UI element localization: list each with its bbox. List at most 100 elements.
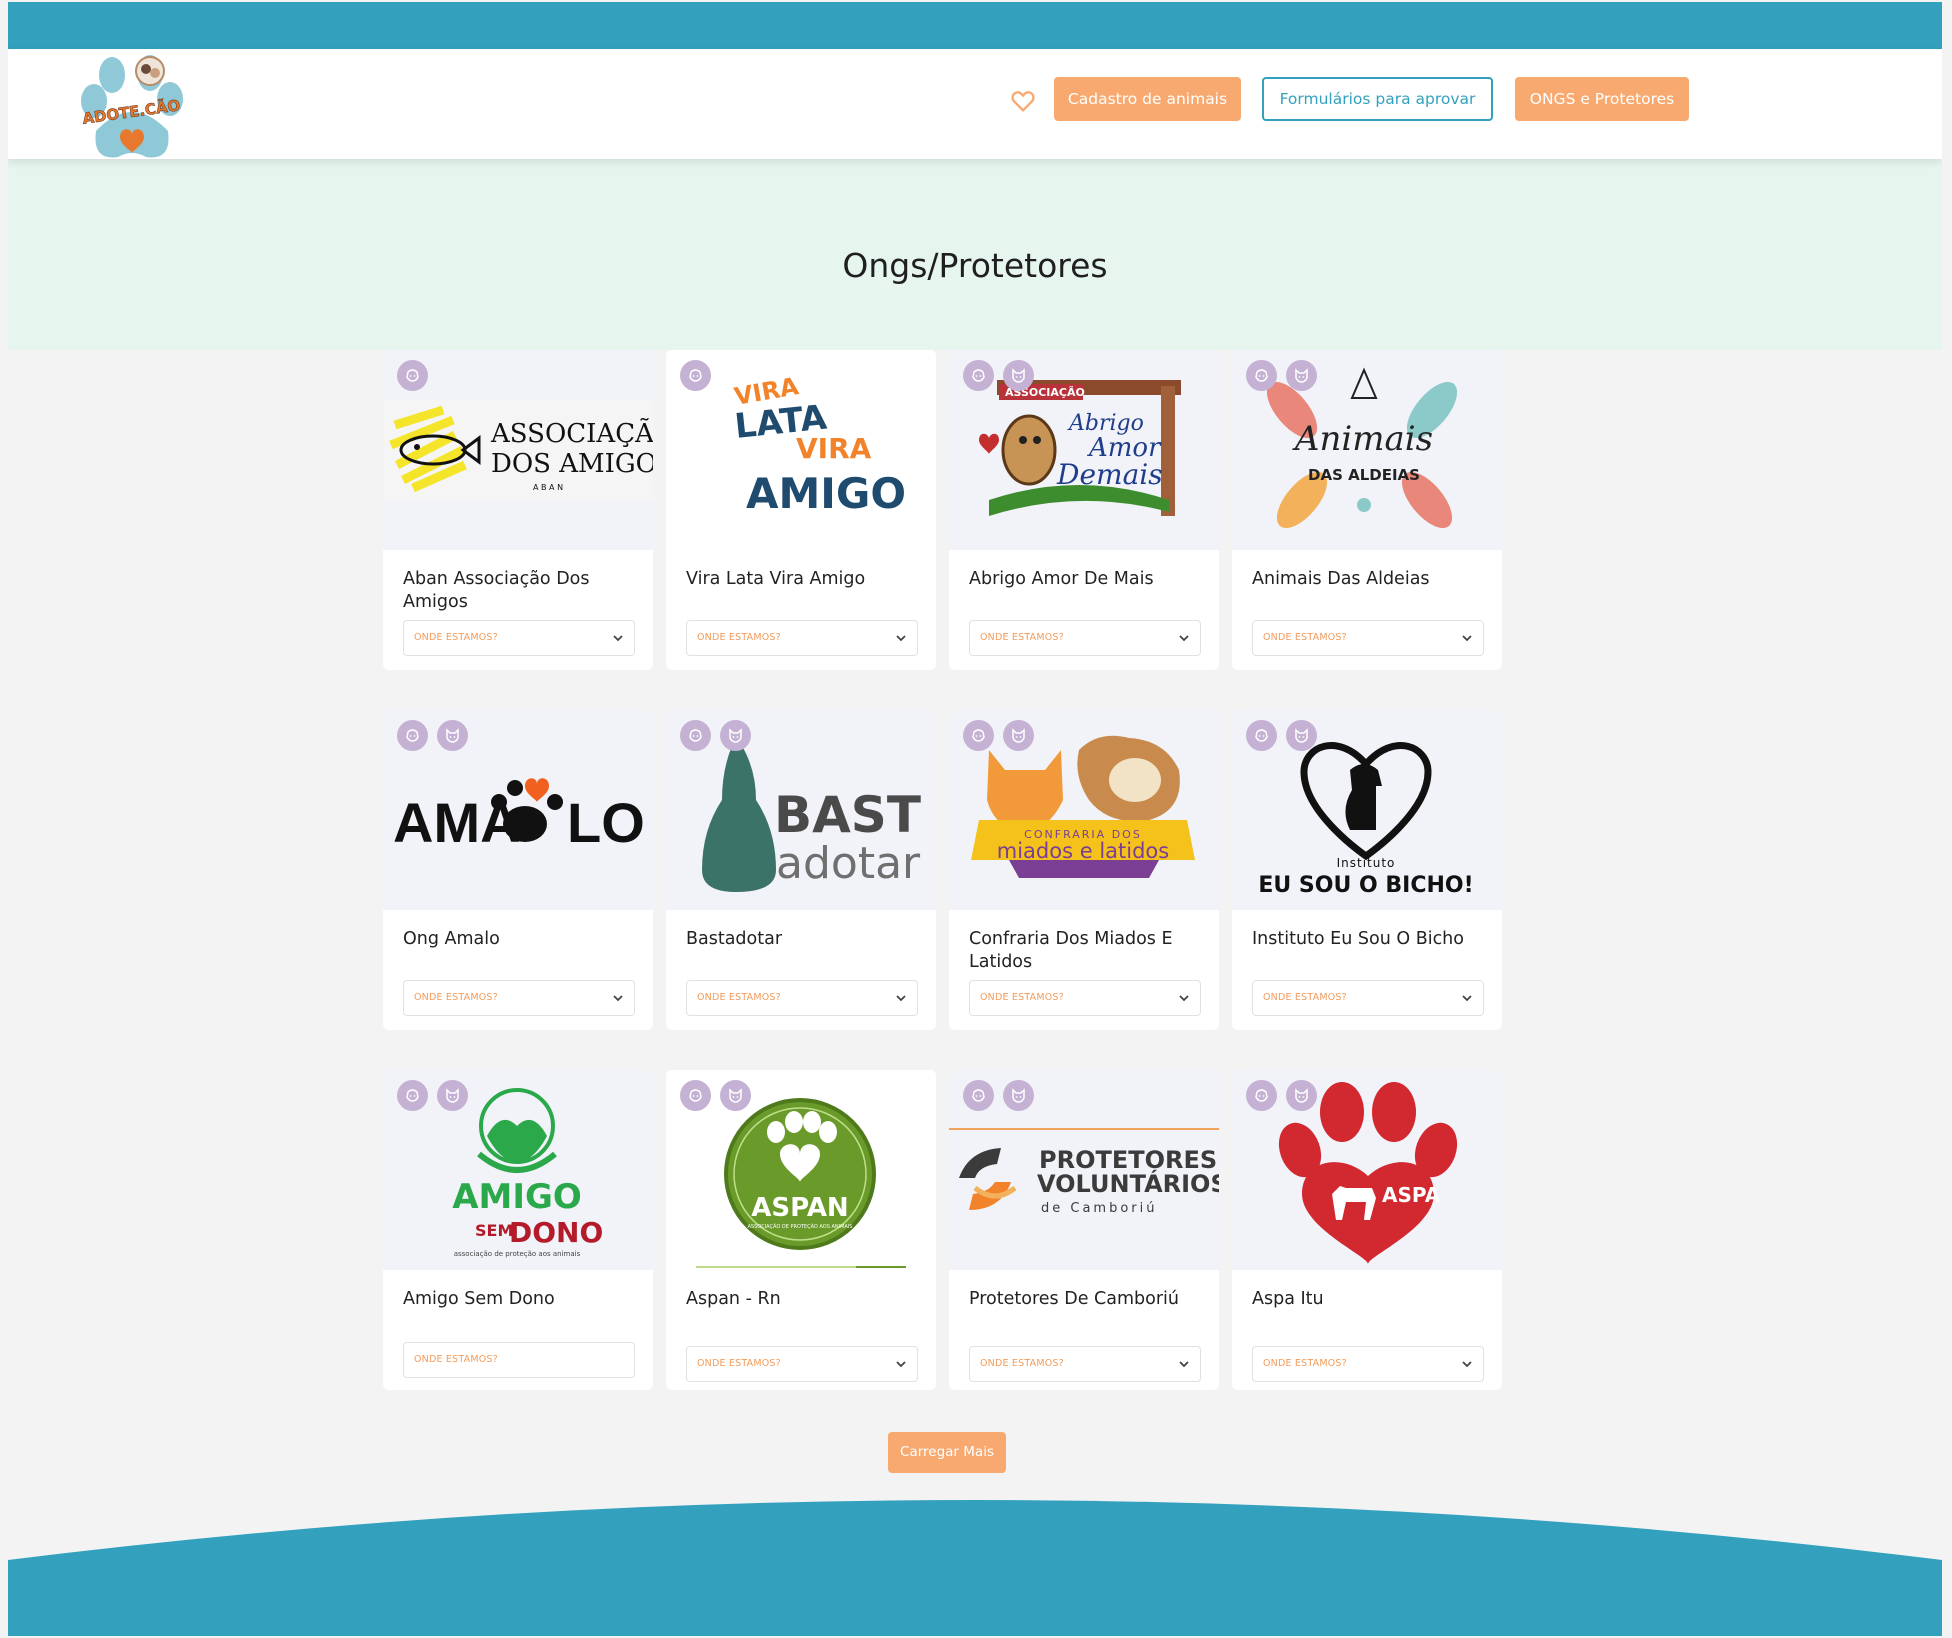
location-dropdown[interactable]: ONDE ESTAMOS? [403,1342,635,1378]
dog-badge-icon [963,720,994,751]
svg-text:Animais: Animais [1292,419,1433,459]
org-card[interactable]: Instituto EU SOU O BICHO! Instituto Eu S… [1232,710,1502,1030]
org-name: Aspan - Rn [686,1289,781,1309]
page: ADOTE.CÃO Cadastro de animais Formulário… [8,2,1942,1636]
org-name: Aban Associação Dos Amigos [403,569,590,612]
site-header: ADOTE.CÃO Cadastro de animais Formulário… [8,49,1942,159]
location-dropdown[interactable]: ONDE ESTAMOS? [1252,980,1484,1016]
location-dropdown[interactable]: ONDE ESTAMOS? [969,980,1201,1016]
dog-badge-icon [680,720,711,751]
svg-text:miados e latidos: miados e latidos [997,839,1169,863]
org-card[interactable]: AMIGO SEM DONO associação de proteção ao… [383,1070,653,1390]
org-card[interactable]: BAST adotar Bastadotar ONDE ESTAMOS? [666,710,936,1030]
chevron-down-icon [896,995,906,1002]
cat-badge-icon [1286,360,1317,391]
location-dropdown-label: ONDE ESTAMOS? [1263,632,1347,643]
top-bar [8,2,1942,49]
cat-badge-icon [1003,1080,1034,1111]
formularios-aprovar-button[interactable]: Formulários para aprovar [1262,77,1493,121]
svg-text:AMIGO: AMIGO [452,1177,582,1217]
location-dropdown-label: ONDE ESTAMOS? [697,1358,781,1369]
svg-text:EU SOU O BICHO!: EU SOU O BICHO! [1258,873,1473,898]
cat-badge-icon [1003,720,1034,751]
org-card[interactable]: ASSOCIAÇÃO Abrigo Amor Demais Abrigo Amo… [949,350,1219,670]
location-dropdown-label: ONDE ESTAMOS? [980,632,1064,643]
chevron-down-icon [1462,635,1472,642]
org-card[interactable]: ASPA Aspa Itu ONDE ESTAMOS? [1232,1070,1502,1390]
org-card[interactable]: CONFRARIA DOS miados e latidos Confraria… [949,710,1219,1030]
cat-badge-icon [1003,360,1034,391]
ongs-protetores-button[interactable]: ONGS e Protetores [1515,77,1689,121]
org-card[interactable]: ASSOCIAÇÃO DOS AMIGOS A B A N Aban Assoc… [383,350,653,670]
adote-cao-logo[interactable]: ADOTE.CÃO [76,53,190,165]
cat-badge-icon [720,720,751,751]
svg-text:SEM: SEM [475,1221,513,1240]
svg-text:ASPA: ASPA [1382,1183,1441,1207]
footer-wave [8,1500,1942,1636]
location-dropdown[interactable]: ONDE ESTAMOS? [686,620,918,656]
dog-badge-icon [680,1080,711,1111]
svg-text:Demais: Demais [1056,458,1163,491]
location-dropdown-label: ONDE ESTAMOS? [697,992,781,1003]
svg-text:AMIGO: AMIGO [746,469,906,518]
svg-text:VOLUNTÁRIOS: VOLUNTÁRIOS [1037,1169,1219,1198]
location-dropdown[interactable]: ONDE ESTAMOS? [969,620,1201,656]
org-card[interactable]: AMA LO Ong Amalo ONDE ESTAMOS? [383,710,653,1030]
org-card[interactable]: ASPAN ASSOCIAÇÃO DE PROTEÇÃO AOS ANIMAIS… [666,1070,936,1390]
location-dropdown[interactable]: ONDE ESTAMOS? [403,620,635,656]
org-name: Animais Das Aldeias [1252,569,1430,589]
hero-banner: Ongs/Protetores [8,159,1942,350]
svg-text:VIRA: VIRA [796,432,872,465]
heart-icon[interactable] [1009,87,1037,115]
svg-text:DONO: DONO [509,1216,603,1249]
location-dropdown[interactable]: ONDE ESTAMOS? [969,1346,1201,1382]
cat-badge-icon [437,1080,468,1111]
dog-badge-icon [397,720,428,751]
location-dropdown-label: ONDE ESTAMOS? [980,1358,1064,1369]
org-name: Confraria Dos Miados E Latidos [969,929,1173,972]
chevron-down-icon [613,635,623,642]
svg-text:A B A N: A B A N [533,483,563,492]
location-dropdown-label: ONDE ESTAMOS? [414,1354,498,1365]
cat-badge-icon [437,720,468,751]
org-card[interactable]: Animais DAS ALDEIAS Animais Das Aldeias … [1232,350,1502,670]
cat-badge-icon [720,1080,751,1111]
dog-badge-icon [1246,1080,1277,1111]
dog-badge-icon [1246,720,1277,751]
chevron-down-icon [1179,1361,1189,1368]
cat-badge-icon [1286,1080,1317,1111]
location-dropdown[interactable]: ONDE ESTAMOS? [1252,1346,1484,1382]
page-title: Ongs/Protetores [842,246,1108,285]
org-name: Instituto Eu Sou O Bicho [1252,929,1464,949]
org-card[interactable]: PROTETORES VOLUNTÁRIOS de Camboriú Prote… [949,1070,1219,1390]
dog-badge-icon [963,1080,994,1111]
location-dropdown-label: ONDE ESTAMOS? [414,632,498,643]
dog-badge-icon [397,360,428,391]
org-name: Bastadotar [686,929,783,949]
chevron-down-icon [1462,995,1472,1002]
svg-text:DAS ALDEIAS: DAS ALDEIAS [1308,466,1420,484]
location-dropdown-label: ONDE ESTAMOS? [1263,992,1347,1003]
location-dropdown[interactable]: ONDE ESTAMOS? [403,980,635,1016]
svg-text:associação de proteção aos ani: associação de proteção aos animais [454,1250,581,1258]
chevron-down-icon [1179,635,1189,642]
cadastro-animais-button[interactable]: Cadastro de animais [1054,77,1241,121]
org-card[interactable]: VIRA LATA VIRA AMIGO Vira Lata Vira Amig… [666,350,936,670]
load-more-button[interactable]: Carregar Mais [888,1432,1006,1473]
location-dropdown-label: ONDE ESTAMOS? [414,992,498,1003]
chevron-down-icon [1462,1361,1472,1368]
location-dropdown[interactable]: ONDE ESTAMOS? [686,1346,918,1382]
svg-text:LO: LO [567,791,645,854]
svg-text:ASSOCIAÇÃO DE PROTEÇÃO AOS ANI: ASSOCIAÇÃO DE PROTEÇÃO AOS ANIMAIS [748,1223,853,1230]
chevron-down-icon [896,1361,906,1368]
chevron-down-icon [613,995,623,1002]
org-name: Aspa Itu [1252,1289,1324,1309]
org-name: Abrigo Amor De Mais [969,569,1154,589]
location-dropdown[interactable]: ONDE ESTAMOS? [1252,620,1484,656]
location-dropdown-label: ONDE ESTAMOS? [1263,1358,1347,1369]
dog-badge-icon [680,360,711,391]
svg-text:adotar: adotar [776,838,921,889]
svg-text:DOS AMIGOS: DOS AMIGOS [491,449,653,479]
svg-text:BAST: BAST [774,786,921,844]
location-dropdown[interactable]: ONDE ESTAMOS? [686,980,918,1016]
